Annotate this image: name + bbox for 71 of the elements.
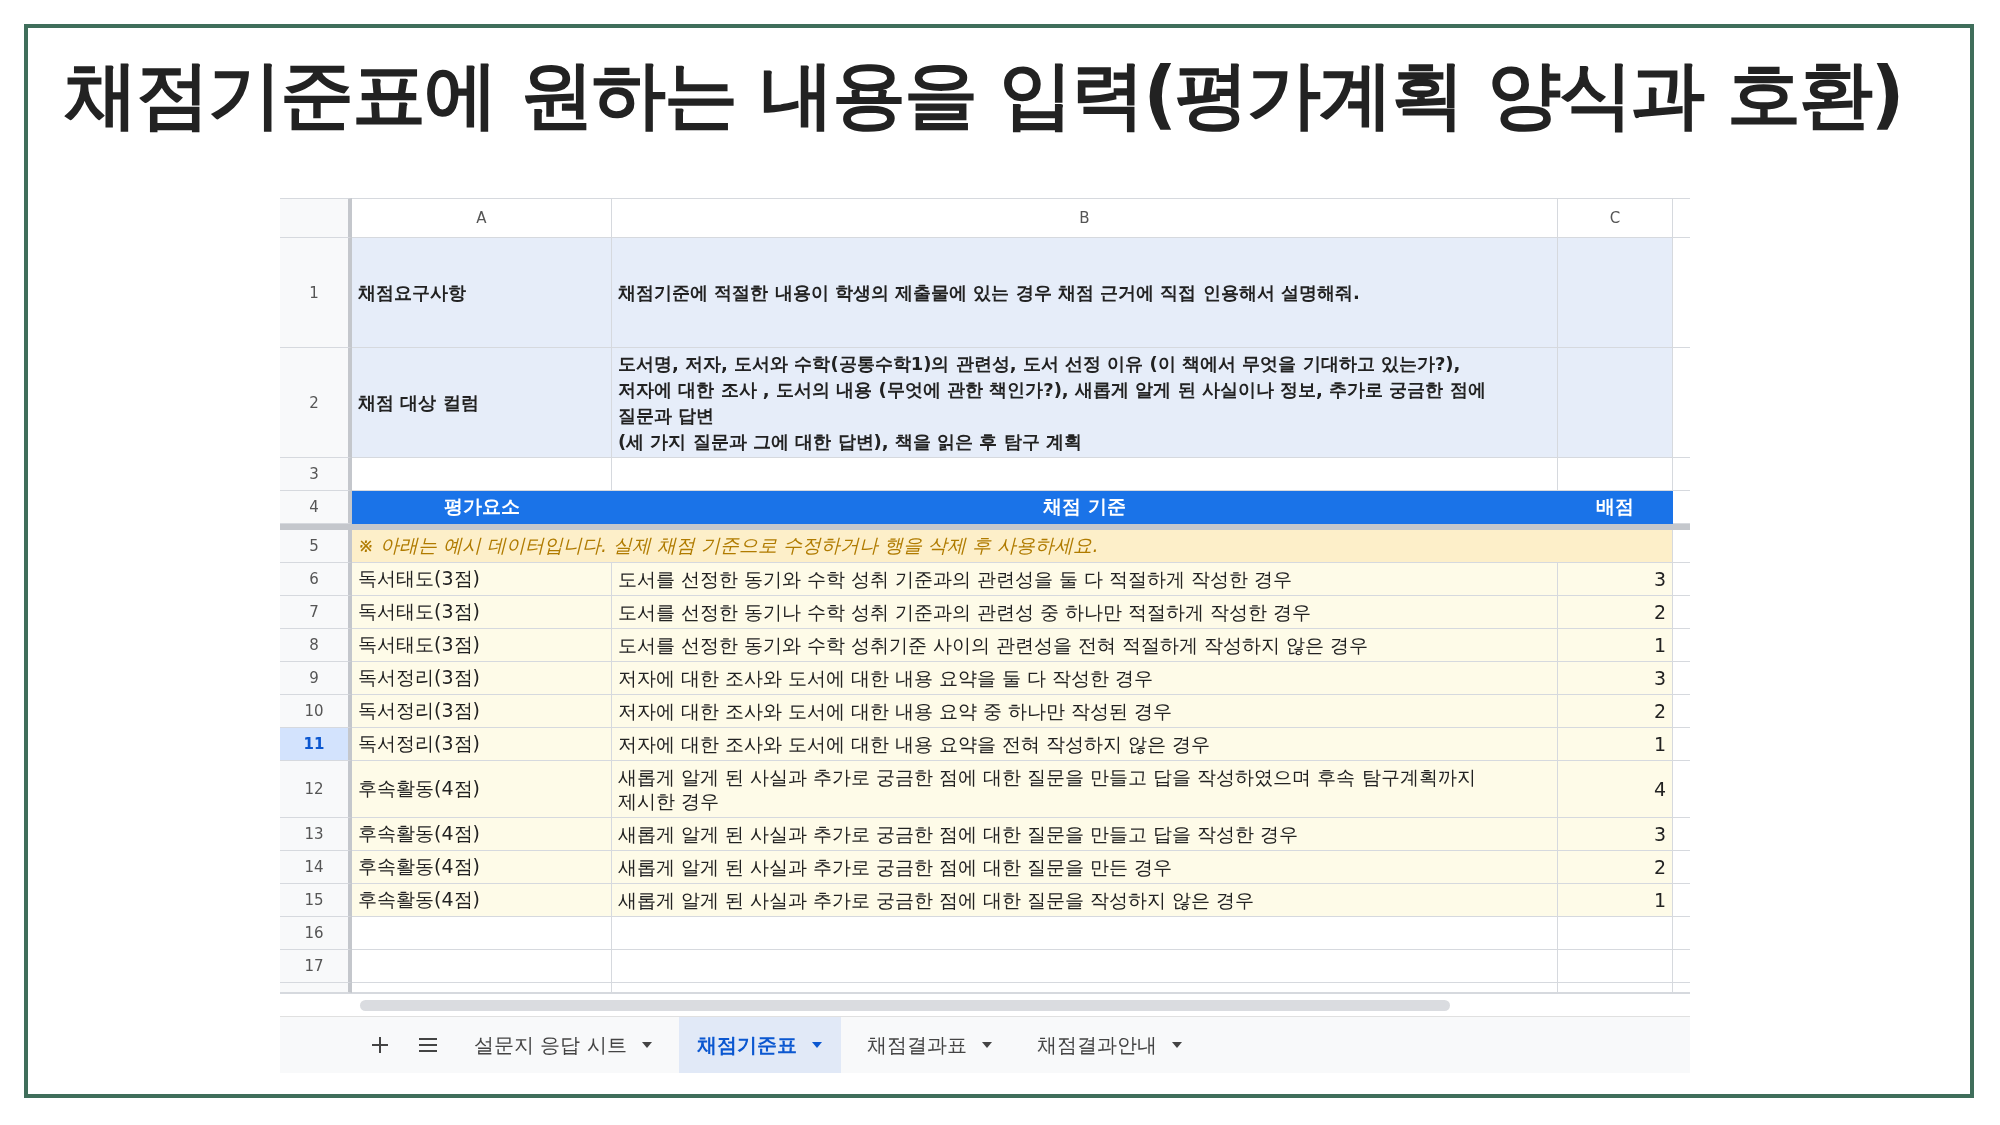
table-cell: 도서를 선정한 동기나 수학 성취 기준과의 관련성 중 하나만 적절하게 작성한 경우 bbox=[612, 596, 1558, 629]
table-cell: 도서명, 저자, 도서와 수학(공통수학1)의 관련성, 도서 선정 이유 (이 책에서 무엇을 기대하고 있는가?), 저자에 대한 조사 , 도서의 내용 (무엇에 관한 책인가?), 새롭게 알게 된 사실이나 정보, 추가로 궁금한 점에 질문과 답변 (세 가지 질문과 그에 대한 답변), 책을 읽은 후 탐구 계획 bbox=[612, 348, 1558, 458]
table-cell: 채점 대상 컬럼 bbox=[352, 348, 612, 458]
table-cell: 3 bbox=[1558, 818, 1673, 851]
row-number[interactable]: 14 bbox=[280, 851, 352, 884]
table-cell: 독서정리(3점) bbox=[352, 662, 612, 695]
sheet-tab[interactable]: 채점결과안내 bbox=[1018, 1017, 1201, 1073]
slide-title: 채점기준표에 원하는 내용을 입력(평가계획 양식과 호환) bbox=[64, 50, 1903, 139]
column-letter[interactable]: C bbox=[1558, 198, 1673, 238]
table-cell: 채점요구사항 bbox=[352, 238, 612, 348]
caret-icon bbox=[640, 1041, 653, 1049]
table-cell: 1 bbox=[1558, 728, 1673, 761]
table-cell: 독서태도(3점) bbox=[352, 563, 612, 596]
row-number[interactable]: 16 bbox=[280, 917, 352, 950]
row-number[interactable]: 12 bbox=[280, 761, 352, 818]
scrollbar-thumb[interactable] bbox=[360, 999, 1450, 1011]
table-cell: 3 bbox=[1558, 563, 1673, 596]
table-cell: 후속활동(4점) bbox=[352, 884, 612, 917]
table-cell: 독서정리(3점) bbox=[352, 728, 612, 761]
table-cell: 저자에 대한 조사와 도서에 대한 내용 요약 중 하나만 작성된 경우 bbox=[612, 695, 1558, 728]
table-cell: 3 bbox=[1558, 662, 1673, 695]
table-cell: 새롭게 알게 된 사실과 추가로 궁금한 점에 대한 질문을 작성하지 않은 경우 bbox=[612, 884, 1558, 917]
row-number[interactable]: 9 bbox=[280, 662, 352, 695]
empty-cell bbox=[1673, 198, 1690, 238]
row-number[interactable]: 17 bbox=[280, 950, 352, 983]
row-number[interactable]: 13 bbox=[280, 818, 352, 851]
caret-icon bbox=[980, 1041, 993, 1049]
row-number[interactable]: 2 bbox=[280, 348, 352, 458]
table-cell: 2 bbox=[1558, 596, 1673, 629]
sheet-tab[interactable]: 채점기준표 bbox=[678, 1017, 841, 1073]
row-number[interactable]: 7 bbox=[280, 596, 352, 629]
table-cell: 저자에 대한 조사와 도서에 대한 내용 요약을 둘 다 작성한 경우 bbox=[612, 662, 1558, 695]
row-number[interactable] bbox=[280, 983, 352, 993]
column-header: 채점 기준 bbox=[612, 491, 1558, 524]
column-letter[interactable]: A bbox=[352, 198, 612, 238]
table-cell: 독서태도(3점) bbox=[352, 629, 612, 662]
table-cell: 새롭게 알게 된 사실과 추가로 궁금한 점에 대한 질문을 만들고 답을 작성한 경우 bbox=[612, 818, 1558, 851]
sheet-tab[interactable]: 채점결과표 bbox=[848, 1017, 1011, 1073]
column-letter[interactable]: B bbox=[612, 198, 1558, 238]
row-number[interactable]: 5 bbox=[280, 530, 352, 563]
note-cell: ※ 아래는 예시 데이터입니다. 실제 채점 기준으로 수정하거나 행을 삭제 후 사용하세요. bbox=[352, 530, 1673, 563]
table-cell: 독서정리(3점) bbox=[352, 695, 612, 728]
table-cell: 독서태도(3점) bbox=[352, 596, 612, 629]
table-cell: 새롭게 알게 된 사실과 추가로 궁금한 점에 대한 질문을 만든 경우 bbox=[612, 851, 1558, 884]
caret-icon bbox=[1170, 1041, 1183, 1049]
column-header: 평가요소 bbox=[352, 491, 612, 524]
row-number[interactable]: 3 bbox=[280, 458, 352, 491]
row-number[interactable]: 4 bbox=[280, 491, 352, 524]
row-number[interactable]: 1 bbox=[280, 238, 352, 348]
corner-cell[interactable] bbox=[280, 198, 352, 238]
table-cell: 2 bbox=[1558, 851, 1673, 884]
column-header: 배점 bbox=[1558, 491, 1673, 524]
table-cell: 도서를 선정한 동기와 수학 성취 기준과의 관련성을 둘 다 적절하게 작성한 경우 bbox=[612, 563, 1558, 596]
row-number[interactable]: 10 bbox=[280, 695, 352, 728]
row-number[interactable]: 6 bbox=[280, 563, 352, 596]
caret-icon bbox=[810, 1041, 823, 1049]
table-cell: 4 bbox=[1558, 761, 1673, 818]
table-cell: 후속활동(4점) bbox=[352, 818, 612, 851]
row-number[interactable]: 11 bbox=[280, 728, 352, 761]
row-number[interactable]: 8 bbox=[280, 629, 352, 662]
table-cell: 새롭게 알게 된 사실과 추가로 궁금한 점에 대한 질문을 만들고 답을 작성하였으며 후속 탐구계획까지 제시한 경우 bbox=[612, 761, 1558, 818]
table-cell: 도서를 선정한 동기와 수학 성취기준 사이의 관련성을 전혀 적절하게 작성하지 않은 경우 bbox=[612, 629, 1558, 662]
row-number[interactable]: 15 bbox=[280, 884, 352, 917]
table-cell: 2 bbox=[1558, 695, 1673, 728]
table-cell: 1 bbox=[1558, 629, 1673, 662]
table-cell: 후속활동(4점) bbox=[352, 851, 612, 884]
table-cell: 후속활동(4점) bbox=[352, 761, 612, 818]
table-cell: 저자에 대한 조사와 도서에 대한 내용 요약을 전혀 작성하지 않은 경우 bbox=[612, 728, 1558, 761]
sheet-tab[interactable]: 설문지 응답 시트 bbox=[456, 1017, 671, 1073]
table-cell: 1 bbox=[1558, 884, 1673, 917]
table-cell: 채점기준에 적절한 내용이 학생의 제출물에 있는 경우 채점 근거에 직접 인용해서 설명해줘. bbox=[612, 238, 1558, 348]
